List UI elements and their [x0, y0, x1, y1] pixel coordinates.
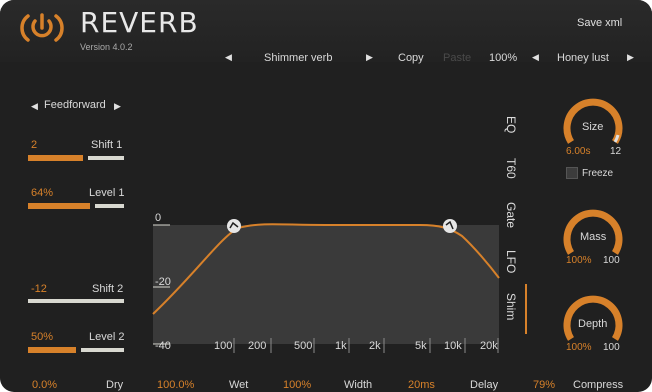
level1-label: Level 1 — [89, 187, 125, 199]
shift1-value: 2 — [31, 139, 38, 151]
x-tick-10k: 10k — [444, 340, 462, 352]
level2-slider-track[interactable] — [81, 348, 124, 352]
level2-value: 50% — [31, 331, 54, 343]
delay-value[interactable]: 20ms — [408, 379, 435, 391]
paste-button[interactable]: Paste — [443, 52, 471, 64]
tab-gate[interactable]: Gate — [504, 202, 518, 228]
depth-value: 100% — [566, 342, 592, 353]
level1-slider-fill[interactable] — [28, 203, 90, 209]
reverb-plugin-window: REVERB Version 4.0.2 Save xml ◀ Shimmer … — [0, 0, 652, 392]
shift2-value: -12 — [31, 283, 47, 295]
shift2-label: Shift 2 — [92, 283, 124, 295]
lowcut-handle[interactable] — [227, 219, 241, 233]
y-tick-minus40: -40 — [155, 340, 171, 352]
preset-bar: ◀ Shimmer verb ▶ Copy Paste 100% ◀ Honey… — [207, 44, 647, 70]
depth-label: Depth — [578, 318, 608, 330]
x-tick-5k: 5k — [415, 340, 427, 352]
freeze-checkbox[interactable] — [566, 167, 578, 179]
zoom-selector[interactable]: 100% — [489, 52, 517, 64]
mode-label[interactable]: Feedforward — [44, 99, 106, 111]
active-tab-indicator — [525, 284, 527, 334]
mass-label: Mass — [580, 231, 607, 243]
width-value[interactable]: 100% — [283, 379, 311, 391]
y-tick-minus20: -20 — [155, 276, 171, 288]
x-tick-20k: 20k — [480, 340, 498, 352]
size-value: 6.00s — [566, 146, 591, 157]
shift1-slider-track[interactable] — [88, 156, 124, 160]
copy-button[interactable]: Copy — [398, 52, 424, 64]
dry-label: Dry — [106, 379, 124, 391]
x-tick-100: 100 — [214, 340, 233, 352]
shift1-label: Shift 1 — [91, 139, 123, 151]
shimmer-filter-graph[interactable] — [150, 208, 502, 358]
x-tick-2k: 2k — [369, 340, 381, 352]
y-tick-0: 0 — [155, 212, 162, 224]
x-tick-500: 500 — [294, 340, 313, 352]
dry-value[interactable]: 0.0% — [32, 379, 57, 391]
x-tick-200: 200 — [248, 340, 267, 352]
highcut-handle[interactable] — [443, 219, 457, 233]
prev-preset-button[interactable]: ◀ — [225, 52, 232, 63]
compress-value[interactable]: 79% — [533, 379, 555, 391]
level2-label: Level 2 — [89, 331, 125, 343]
preset-name[interactable]: Shimmer verb — [264, 52, 332, 64]
save-xml-button[interactable]: Save xml — [577, 17, 622, 29]
level1-slider-track[interactable] — [95, 204, 124, 208]
bank-name[interactable]: Honey lust — [557, 52, 609, 64]
wet-value[interactable]: 100.0% — [157, 379, 194, 391]
compress-label: Compress — [573, 379, 624, 391]
prev-bank-button[interactable]: ◀ — [532, 52, 539, 63]
x-tick-1k: 1k — [335, 340, 347, 352]
tab-eq[interactable]: EQ — [504, 116, 518, 133]
mode-prev-button[interactable]: ◀ — [31, 101, 38, 112]
next-bank-button[interactable]: ▶ — [627, 52, 634, 63]
depth-max: 100 — [603, 342, 620, 353]
shift1-slider-fill[interactable] — [28, 155, 83, 161]
mass-max: 100 — [603, 255, 620, 266]
size-max: 12 — [610, 146, 622, 157]
shift2-slider-track[interactable] — [28, 299, 124, 303]
freeze-label: Freeze — [582, 168, 614, 179]
next-preset-button[interactable]: ▶ — [366, 52, 373, 63]
tab-t60[interactable]: T60 — [504, 158, 518, 179]
version-label: Version 4.0.2 — [80, 42, 133, 52]
delay-label: Delay — [470, 379, 499, 391]
level1-value: 64% — [31, 187, 54, 199]
tab-lfo[interactable]: LFO — [504, 250, 518, 273]
width-label: Width — [344, 379, 373, 391]
power-icon — [20, 13, 64, 42]
app-title: REVERB — [80, 6, 199, 39]
mass-value: 100% — [566, 255, 592, 266]
tab-shim[interactable]: Shim — [504, 293, 518, 320]
wet-label: Wet — [229, 379, 249, 391]
size-label: Size — [582, 121, 604, 133]
mode-next-button[interactable]: ▶ — [114, 101, 121, 112]
level2-slider-fill[interactable] — [28, 347, 76, 353]
